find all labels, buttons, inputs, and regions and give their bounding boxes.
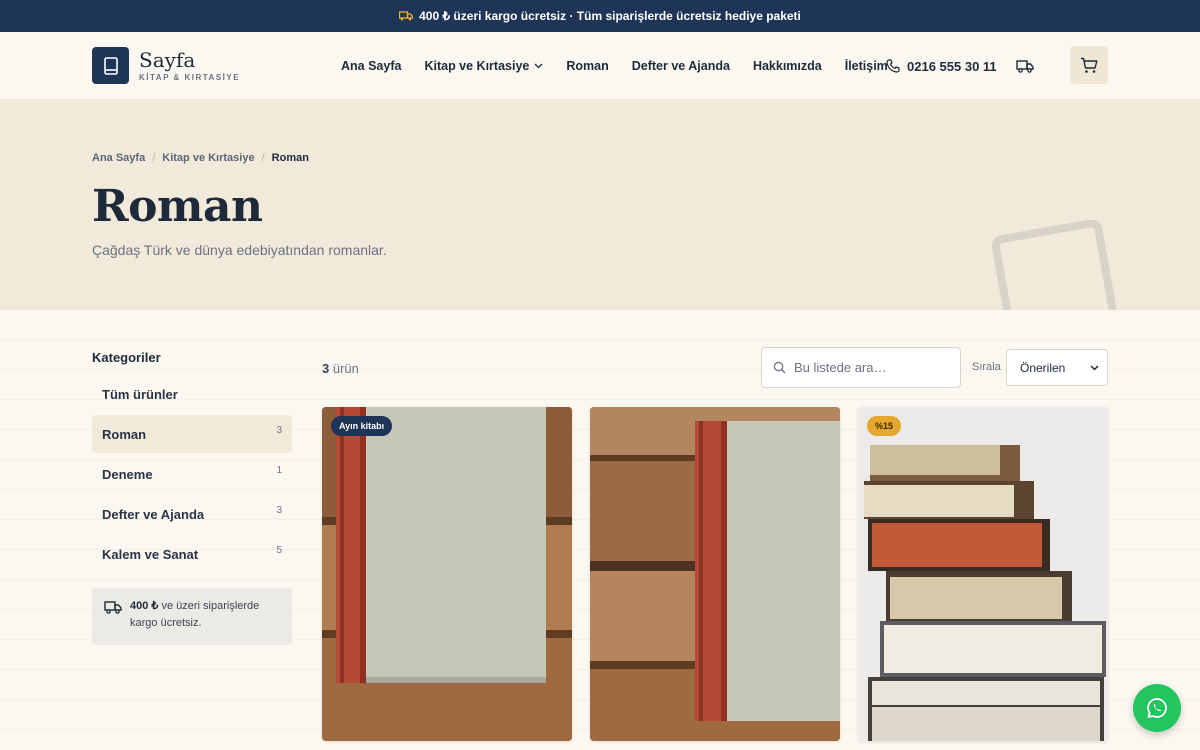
search-icon bbox=[773, 361, 786, 374]
truck-icon bbox=[104, 601, 122, 614]
whatsapp-button[interactable] bbox=[1133, 684, 1181, 732]
nav-books-stationery[interactable]: Kitap ve Kırtasiye bbox=[424, 59, 543, 73]
phone-link[interactable]: 0216 555 30 11 bbox=[886, 32, 997, 100]
nav-notebook-planner[interactable]: Defter ve Ajanda bbox=[632, 59, 730, 73]
category-count: 1 bbox=[276, 465, 282, 476]
nav-home[interactable]: Ana Sayfa bbox=[341, 59, 401, 73]
cart-button[interactable] bbox=[1070, 46, 1108, 84]
category-count: 3 bbox=[276, 425, 282, 436]
product-count: 3 ürün bbox=[322, 361, 359, 376]
nav-contact[interactable]: İletişim bbox=[845, 59, 888, 73]
logo-subtitle: KİTAP & KIRTASİYE bbox=[139, 72, 241, 82]
phone-number: 0216 555 30 11 bbox=[907, 58, 997, 74]
product-card[interactable] bbox=[590, 407, 840, 741]
shipping-truck-icon[interactable] bbox=[1014, 56, 1036, 76]
category-item-novel[interactable]: Roman 3 bbox=[92, 415, 292, 453]
sort-label: Sırala bbox=[972, 361, 1001, 373]
product-image-linen-book bbox=[322, 407, 572, 741]
category-item-pen-art[interactable]: Kalem ve Sanat 5 bbox=[92, 535, 292, 573]
breadcrumb: Ana Sayfa / Kitap ve Kırtasiye / Roman bbox=[92, 152, 309, 164]
listing-toolbar: 3 ürün Bu listede ara… Sırala Önerilen bbox=[322, 347, 1108, 388]
whatsapp-icon bbox=[1147, 698, 1167, 718]
breadcrumb-current: Roman bbox=[271, 152, 309, 164]
truck-icon bbox=[399, 11, 414, 21]
product-card[interactable]: %15 bbox=[858, 407, 1108, 741]
category-item-notebook-planner[interactable]: Defter ve Ajanda 3 bbox=[92, 495, 292, 533]
breadcrumb-home[interactable]: Ana Sayfa bbox=[92, 152, 145, 164]
product-card[interactable]: Ayın kitabı bbox=[322, 407, 572, 741]
free-shipping-note: 400 ₺ ve üzeri siparişlerde kargo ücrets… bbox=[92, 588, 292, 645]
category-count: 5 bbox=[276, 545, 282, 556]
category-item-all[interactable]: Tüm ürünler bbox=[92, 375, 292, 413]
book-logo-icon bbox=[92, 47, 129, 84]
announcement-bar: 400 ₺ üzeri kargo ücretsiz · Tüm sipariş… bbox=[0, 0, 1200, 32]
page-title: Roman bbox=[92, 181, 263, 232]
nav-about[interactable]: Hakkımızda bbox=[753, 59, 822, 73]
product-image-linen-book-alt bbox=[590, 407, 840, 741]
category-count: 3 bbox=[276, 505, 282, 516]
sort-select[interactable]: Önerilen bbox=[1006, 349, 1108, 386]
phone-icon bbox=[886, 59, 900, 73]
sidebar-heading: Kategoriler bbox=[92, 350, 161, 365]
page-subtitle: Çağdaş Türk ve dünya edebiyatından roman… bbox=[92, 242, 387, 258]
chevron-down-icon bbox=[534, 63, 543, 69]
main-nav: Ana Sayfa Kitap ve Kırtasiye Roman Defte… bbox=[341, 32, 888, 100]
product-badge: Ayın kitabı bbox=[331, 416, 393, 436]
breadcrumb-books-stationery[interactable]: Kitap ve Kırtasiye bbox=[162, 152, 254, 164]
logo[interactable]: Sayfa KİTAP & KIRTASİYE bbox=[92, 47, 240, 84]
chevron-down-icon bbox=[1090, 364, 1099, 371]
site-header: Sayfa KİTAP & KIRTASİYE Ana Sayfa Kitap … bbox=[0, 32, 1200, 100]
announcement-text: 400 ₺ üzeri kargo ücretsiz · Tüm sipariş… bbox=[419, 9, 801, 23]
search-placeholder: Bu listede ara… bbox=[794, 360, 887, 375]
main-content: Kategoriler Tüm ürünler Roman 3 Deneme 1… bbox=[0, 310, 1200, 750]
category-hero: Ana Sayfa / Kitap ve Kırtasiye / Roman R… bbox=[0, 100, 1200, 310]
nav-novel[interactable]: Roman bbox=[566, 59, 608, 73]
logo-name: Sayfa bbox=[139, 47, 196, 72]
product-image-book-stack bbox=[858, 407, 1108, 741]
book-decoration-icon bbox=[991, 220, 1121, 310]
cart-icon bbox=[1081, 57, 1098, 73]
search-input[interactable]: Bu listede ara… bbox=[761, 347, 961, 388]
category-item-essay[interactable]: Deneme 1 bbox=[92, 455, 292, 493]
discount-badge: %15 bbox=[867, 416, 902, 436]
category-sidebar: Kategoriler Tüm ürünler Roman 3 Deneme 1… bbox=[92, 350, 292, 645]
